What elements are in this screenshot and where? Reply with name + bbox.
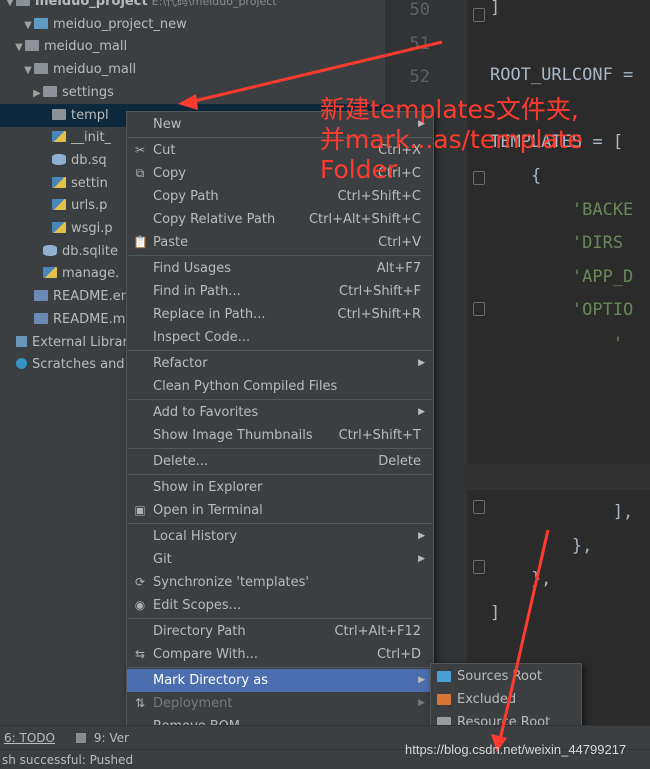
annotation-arrow-bottom xyxy=(498,529,550,741)
watermark: https://blog.csdn.net/weixin_44799217 xyxy=(405,742,627,757)
annotation-arrow-top-head xyxy=(178,94,198,110)
annotation-arrows xyxy=(178,40,550,752)
annotation-arrow-top xyxy=(189,40,443,104)
